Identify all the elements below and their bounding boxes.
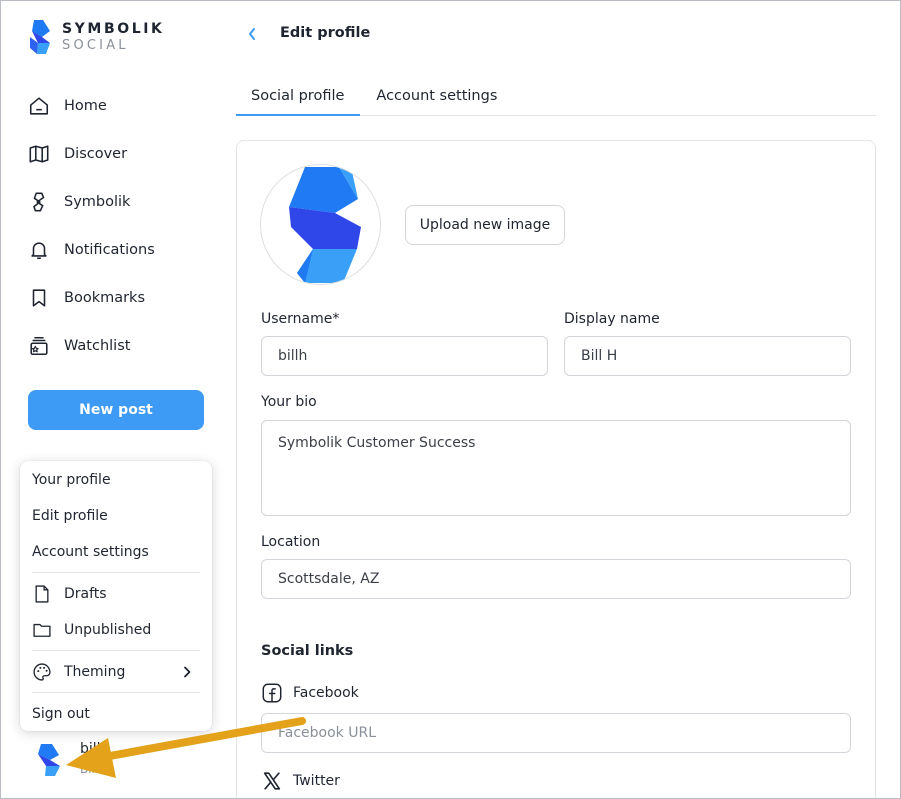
sidebar-item-discover[interactable]: Discover	[28, 130, 218, 178]
watchlist-icon	[30, 336, 48, 356]
x-twitter-icon	[263, 772, 281, 790]
menu-item-label: Drafts	[64, 586, 107, 602]
bell-icon	[31, 242, 47, 260]
username-label: Username*	[261, 311, 340, 327]
tab-account-settings[interactable]: Account settings	[360, 78, 497, 116]
chevron-left-icon	[249, 28, 255, 40]
bookmark-icon	[32, 289, 46, 307]
display-name-input[interactable]	[564, 336, 851, 376]
sidebar-item-watchlist[interactable]: Watchlist	[28, 322, 218, 370]
menu-item-sign-out[interactable]: Sign out	[32, 696, 200, 732]
symbolik-logo-icon	[289, 167, 361, 283]
user-handle: Bill H	[80, 762, 112, 776]
sidebar-item-notifications[interactable]: Notifications	[28, 226, 218, 274]
location-label: Location	[261, 534, 321, 550]
sidebar-item-symbolik[interactable]: Symbolik	[28, 178, 218, 226]
upload-image-button[interactable]: Upload new image	[405, 205, 565, 245]
user-avatar[interactable]	[28, 738, 70, 780]
map-icon	[29, 145, 49, 163]
sidebar-item-label: Symbolik	[64, 194, 131, 210]
sidebar-item-label: Watchlist	[64, 338, 131, 354]
sidebar-item-bookmarks[interactable]: Bookmarks	[28, 274, 218, 322]
menu-item-edit-profile[interactable]: Edit profile	[32, 498, 200, 534]
brand-name: SYMBOLIK	[62, 21, 165, 37]
tab-social-profile[interactable]: Social profile	[236, 78, 361, 116]
sidebar-item-label: Bookmarks	[64, 290, 146, 306]
sidebar-nav: Home Discover Symbolik Notifications Boo…	[28, 82, 218, 370]
bio-textarea[interactable]: Symbolik Customer Success	[261, 420, 851, 516]
social-links-title: Social links	[261, 643, 354, 659]
sidebar-item-home[interactable]: Home	[28, 82, 218, 130]
back-button[interactable]	[244, 24, 262, 44]
brand-subtitle: SOCIAL	[62, 38, 129, 53]
profile-tabs: Social profile Account settings	[236, 78, 876, 116]
symbolik-icon	[33, 192, 45, 212]
menu-item-account-settings[interactable]: Account settings	[32, 534, 200, 570]
symbolik-logo-icon	[38, 744, 60, 776]
home-icon	[29, 97, 49, 115]
facebook-label: Facebook	[293, 685, 359, 701]
menu-item-theming[interactable]: Theming	[32, 654, 200, 690]
facebook-row: Facebook	[261, 682, 359, 704]
document-icon	[35, 585, 49, 603]
location-input[interactable]	[261, 559, 851, 599]
menu-divider	[32, 692, 200, 693]
palette-icon	[33, 663, 51, 681]
symbolik-logo-icon	[30, 20, 50, 54]
menu-item-label: Theming	[64, 664, 126, 680]
chevron-right-icon	[184, 666, 191, 678]
sidebar-item-label: Discover	[64, 146, 128, 162]
username-input[interactable]	[261, 336, 548, 376]
brand-logo[interactable]: SYMBOLIK SOCIAL	[30, 20, 165, 54]
menu-item-drafts[interactable]: Drafts	[32, 576, 200, 612]
menu-item-label: Unpublished	[64, 622, 152, 638]
menu-item-unpublished[interactable]: Unpublished	[32, 612, 200, 648]
display-name-label: Display name	[564, 311, 660, 327]
page-title: Edit profile	[280, 25, 371, 41]
menu-divider	[32, 650, 200, 651]
menu-divider	[32, 572, 200, 573]
menu-item-your-profile[interactable]: Your profile	[32, 462, 200, 498]
twitter-row: Twitter	[261, 770, 340, 792]
user-menu: Your profile Edit profile Account settin…	[20, 461, 212, 731]
facebook-url-input[interactable]	[261, 713, 851, 753]
bio-label: Your bio	[261, 394, 317, 410]
facebook-icon	[262, 683, 282, 703]
user-name: bill	[80, 741, 101, 757]
sidebar-item-label: Home	[64, 98, 107, 114]
folder-icon	[33, 623, 51, 637]
new-post-button[interactable]: New post	[28, 390, 204, 430]
sidebar-item-label: Notifications	[64, 242, 155, 258]
profile-image	[260, 164, 381, 285]
twitter-label: Twitter	[293, 773, 340, 789]
